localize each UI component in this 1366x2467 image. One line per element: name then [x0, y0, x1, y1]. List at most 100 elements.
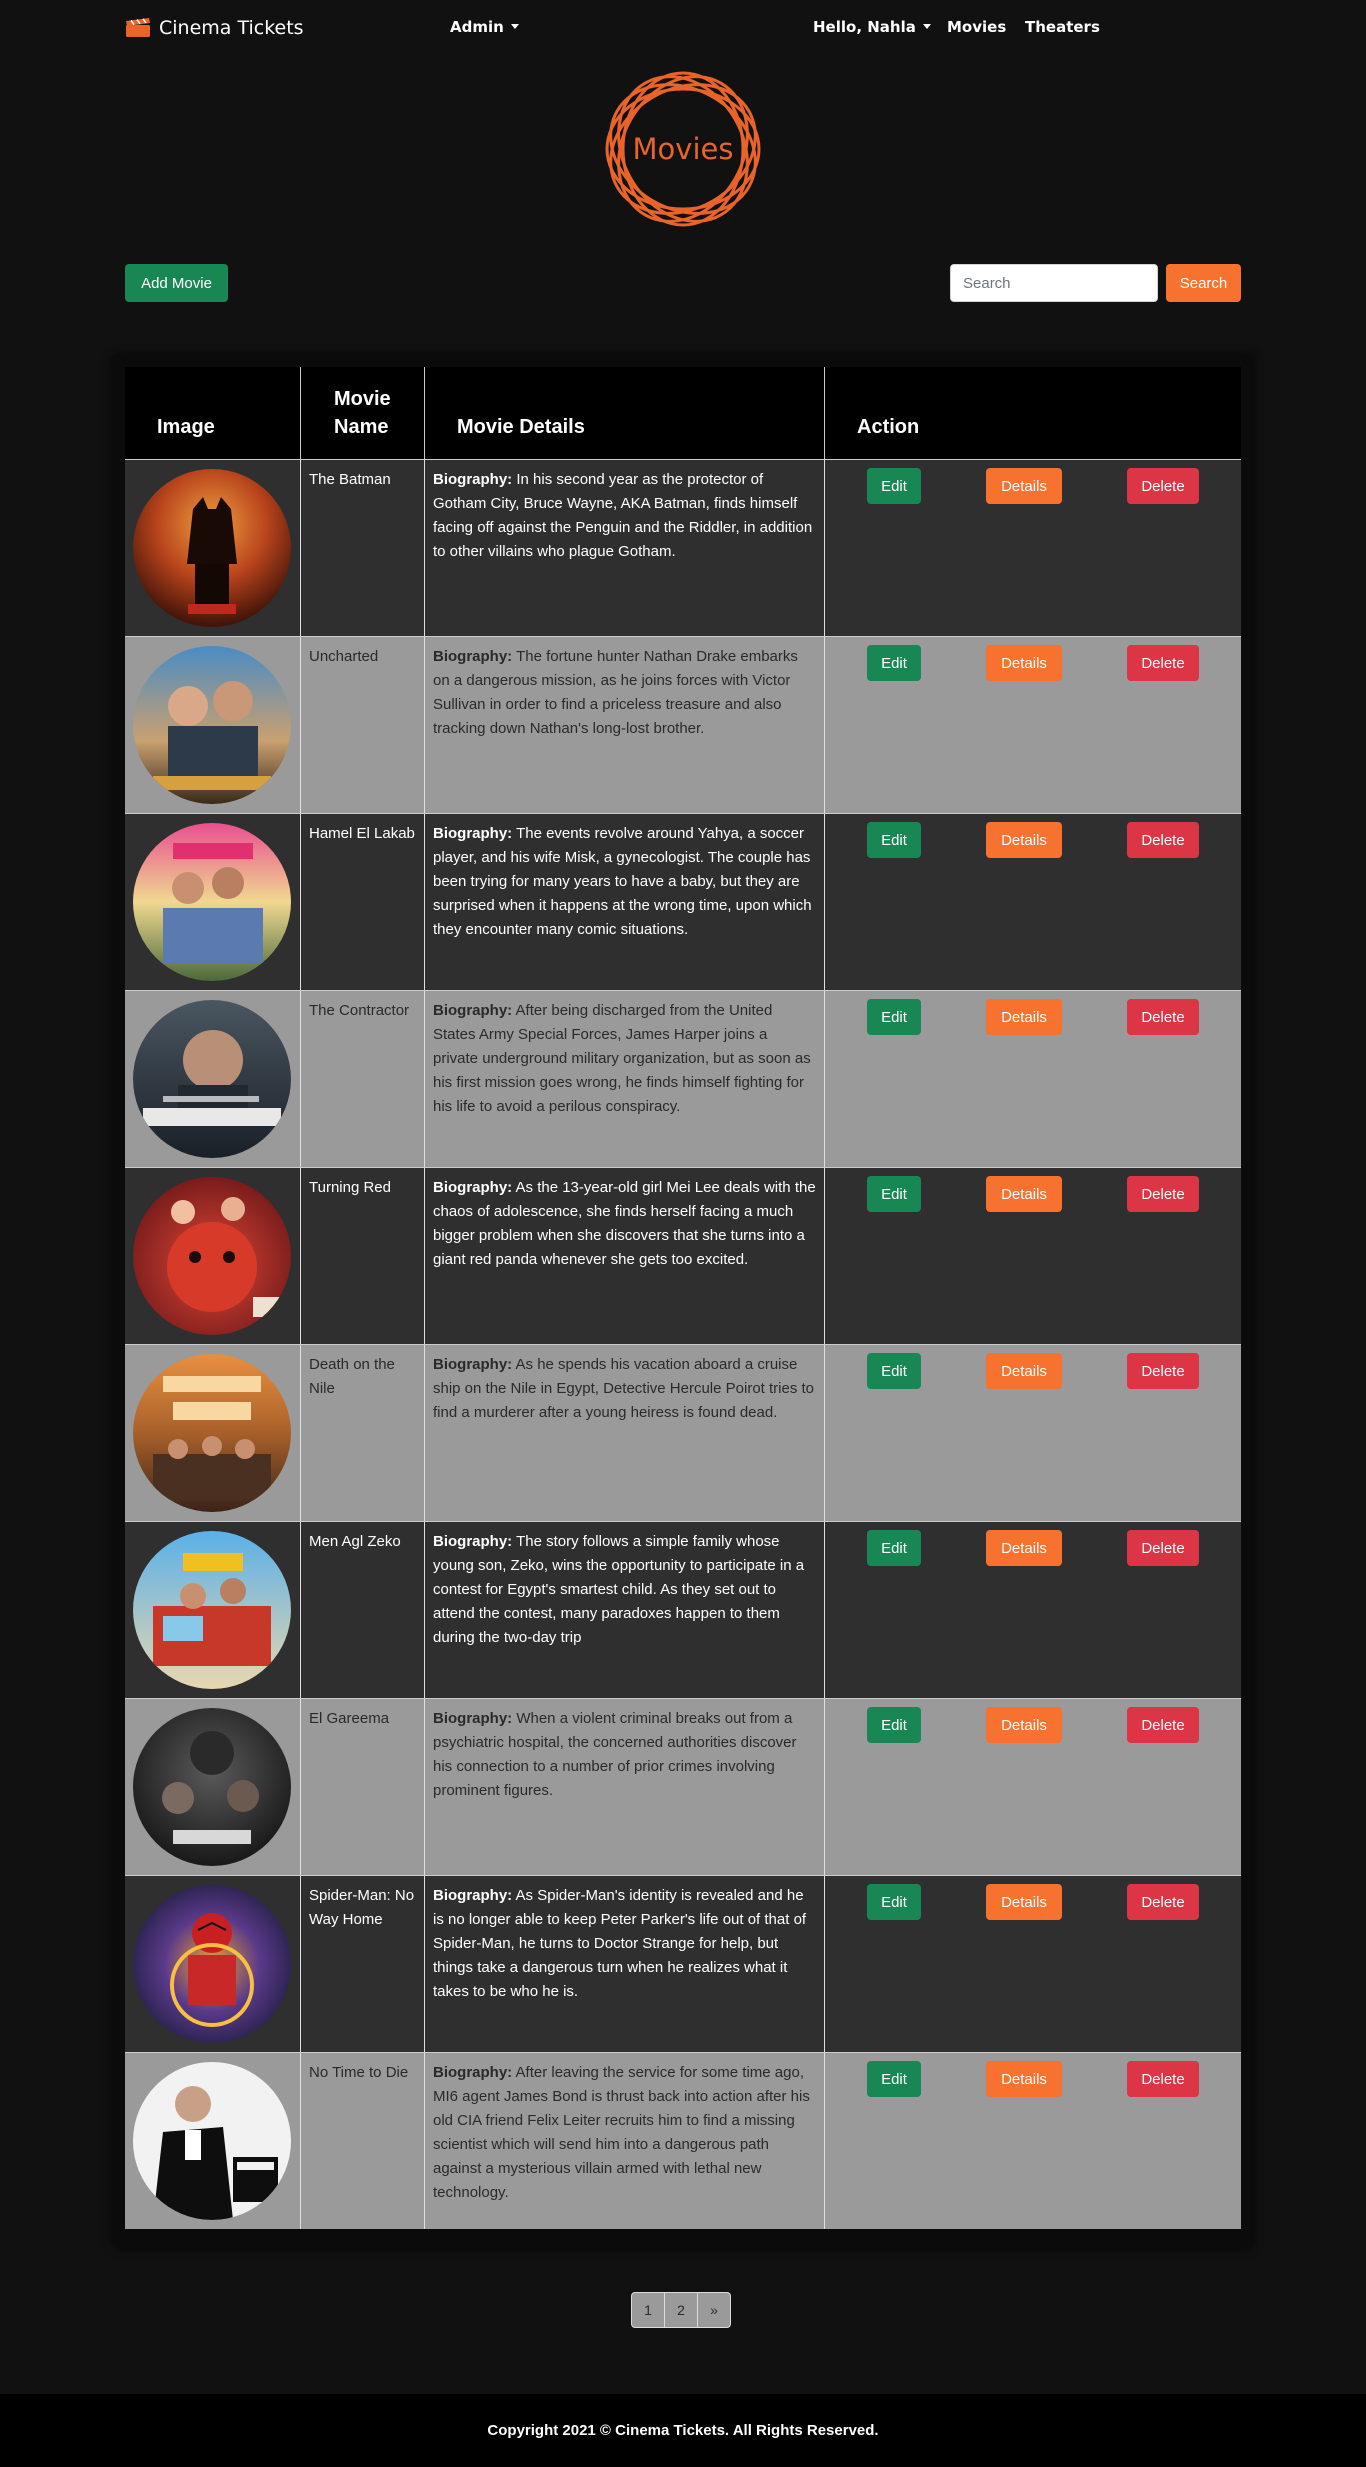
- details-button[interactable]: Details: [986, 1884, 1062, 1920]
- movie-name: El Gareema: [301, 1699, 425, 1875]
- movie-details: Biography: As he spends his vacation abo…: [425, 1345, 825, 1521]
- table-row: Turning Red Biography: As the 13-year-old…: [125, 1167, 1241, 1344]
- table-row: Spider-Man: No Way Home Biography: As Spi…: [125, 1875, 1241, 2052]
- movie-poster: [133, 1708, 291, 1866]
- movie-details: Biography: As the 13-year-old girl Mei L…: [425, 1168, 825, 1344]
- movie-details: Biography: When a violent criminal break…: [425, 1699, 825, 1875]
- movie-name: No Time to Die: [301, 2053, 425, 2229]
- details-button[interactable]: Details: [986, 645, 1062, 681]
- action-cell: Edit Details Delete: [825, 1345, 1241, 1521]
- movie-poster: [133, 1531, 291, 1689]
- movie-poster: [133, 1885, 291, 2043]
- movie-details: Biography: The story follows a simple fa…: [425, 1522, 825, 1698]
- user-dropdown[interactable]: Hello, Nahla: [813, 18, 931, 36]
- details-button[interactable]: Details: [986, 2061, 1062, 2097]
- edit-button[interactable]: Edit: [867, 645, 921, 681]
- table-row: Uncharted Biography: The fortune hunter N…: [125, 636, 1241, 813]
- edit-button[interactable]: Edit: [867, 1884, 921, 1920]
- details-button[interactable]: Details: [986, 1530, 1062, 1566]
- poster-cell: [125, 814, 301, 990]
- action-cell: Edit Details Delete: [825, 637, 1241, 813]
- movie-poster: [133, 1000, 291, 1158]
- table-row: No Time to Die Biography: After leaving t…: [125, 2052, 1241, 2229]
- biography-label: Biography:: [433, 825, 513, 842]
- biography-label: Biography:: [433, 1356, 513, 1373]
- brand-link[interactable]: Cinema Tickets: [125, 15, 304, 41]
- movie-poster: [133, 2062, 291, 2220]
- movie-poster: [133, 646, 291, 804]
- details-button[interactable]: Details: [986, 999, 1062, 1035]
- poster-cell: [125, 1345, 301, 1521]
- table-row: El Gareema Biography: When a violent crim…: [125, 1698, 1241, 1875]
- poster-cell: [125, 1522, 301, 1698]
- admin-label: Admin: [450, 18, 504, 36]
- edit-button[interactable]: Edit: [867, 1707, 921, 1743]
- search-button[interactable]: Search: [1166, 264, 1241, 302]
- edit-button[interactable]: Edit: [867, 2061, 921, 2097]
- edit-button[interactable]: Edit: [867, 822, 921, 858]
- movie-name: Men Agl Zeko: [301, 1522, 425, 1698]
- movie-details: Biography: After leaving the service for…: [425, 2053, 825, 2229]
- header-movie-details: Movie Details: [425, 367, 825, 459]
- movie-name: The Batman: [301, 460, 425, 636]
- poster-cell: [125, 1699, 301, 1875]
- delete-button[interactable]: Delete: [1127, 822, 1199, 858]
- edit-button[interactable]: Edit: [867, 1353, 921, 1389]
- action-cell: Edit Details Delete: [825, 1876, 1241, 2052]
- next-page-button[interactable]: »: [697, 2292, 731, 2328]
- biography-label: Biography:: [433, 1887, 513, 1904]
- edit-button[interactable]: Edit: [867, 999, 921, 1035]
- edit-button[interactable]: Edit: [867, 1176, 921, 1212]
- add-movie-button[interactable]: Add Movie: [125, 264, 228, 302]
- movie-details: Biography: In his second year as the pro…: [425, 460, 825, 636]
- footer: Copyright 2021 © Cinema Tickets. All Rig…: [0, 2394, 1366, 2467]
- edit-button[interactable]: Edit: [867, 1530, 921, 1566]
- delete-button[interactable]: Delete: [1127, 1707, 1199, 1743]
- admin-dropdown[interactable]: Admin: [450, 18, 519, 36]
- biography-text: After leaving the service for some time …: [433, 2064, 810, 2201]
- page-2-button[interactable]: 2: [664, 2292, 698, 2328]
- action-cell: Edit Details Delete: [825, 1699, 1241, 1875]
- biography-label: Biography:: [433, 1179, 513, 1196]
- page-1-button[interactable]: 1: [631, 2292, 665, 2328]
- movie-poster: [133, 1177, 291, 1335]
- delete-button[interactable]: Delete: [1127, 1530, 1199, 1566]
- delete-button[interactable]: Delete: [1127, 1884, 1199, 1920]
- search-input[interactable]: [950, 264, 1158, 302]
- poster-cell: [125, 2053, 301, 2229]
- biography-label: Biography:: [433, 471, 513, 488]
- details-button[interactable]: Details: [986, 1176, 1062, 1212]
- poster-cell: [125, 637, 301, 813]
- nav-theaters-link[interactable]: Theaters: [1025, 18, 1100, 36]
- delete-button[interactable]: Delete: [1127, 2061, 1199, 2097]
- chevron-down-icon: [510, 24, 519, 29]
- delete-button[interactable]: Delete: [1127, 999, 1199, 1035]
- action-cell: Edit Details Delete: [825, 1168, 1241, 1344]
- header-image: Image: [125, 367, 301, 459]
- delete-button[interactable]: Delete: [1127, 468, 1199, 504]
- details-button[interactable]: Details: [986, 468, 1062, 504]
- delete-button[interactable]: Delete: [1127, 645, 1199, 681]
- delete-button[interactable]: Delete: [1127, 1353, 1199, 1389]
- delete-button[interactable]: Delete: [1127, 1176, 1199, 1212]
- details-button[interactable]: Details: [986, 1707, 1062, 1743]
- table-row: Death on the Nile Biography: As he spends…: [125, 1344, 1241, 1521]
- clapperboard-icon: [126, 18, 150, 37]
- edit-button[interactable]: Edit: [867, 468, 921, 504]
- navbar: Cinema Tickets Admin Hello, Nahla Movies…: [0, 0, 1366, 56]
- details-button[interactable]: Details: [986, 1353, 1062, 1389]
- movie-name: Uncharted: [301, 637, 425, 813]
- table-header: Image Movie Name Movie Details Action: [125, 367, 1241, 459]
- movies-table-container: Image Movie Name Movie Details Action The…: [113, 355, 1253, 2248]
- biography-label: Biography:: [433, 1533, 513, 1550]
- header-action: Action: [857, 416, 920, 438]
- poster-cell: [125, 991, 301, 1167]
- nav-movies-link[interactable]: Movies: [947, 18, 1006, 36]
- details-button[interactable]: Details: [986, 822, 1062, 858]
- table-row: The Contractor Biography: After being dis…: [125, 990, 1241, 1167]
- movie-name: Turning Red: [301, 1168, 425, 1344]
- biography-label: Biography:: [433, 2064, 513, 2081]
- movie-details: Biography: The fortune hunter Nathan Dra…: [425, 637, 825, 813]
- header-movie-name: Movie Name: [301, 367, 425, 459]
- movie-poster: [133, 823, 291, 981]
